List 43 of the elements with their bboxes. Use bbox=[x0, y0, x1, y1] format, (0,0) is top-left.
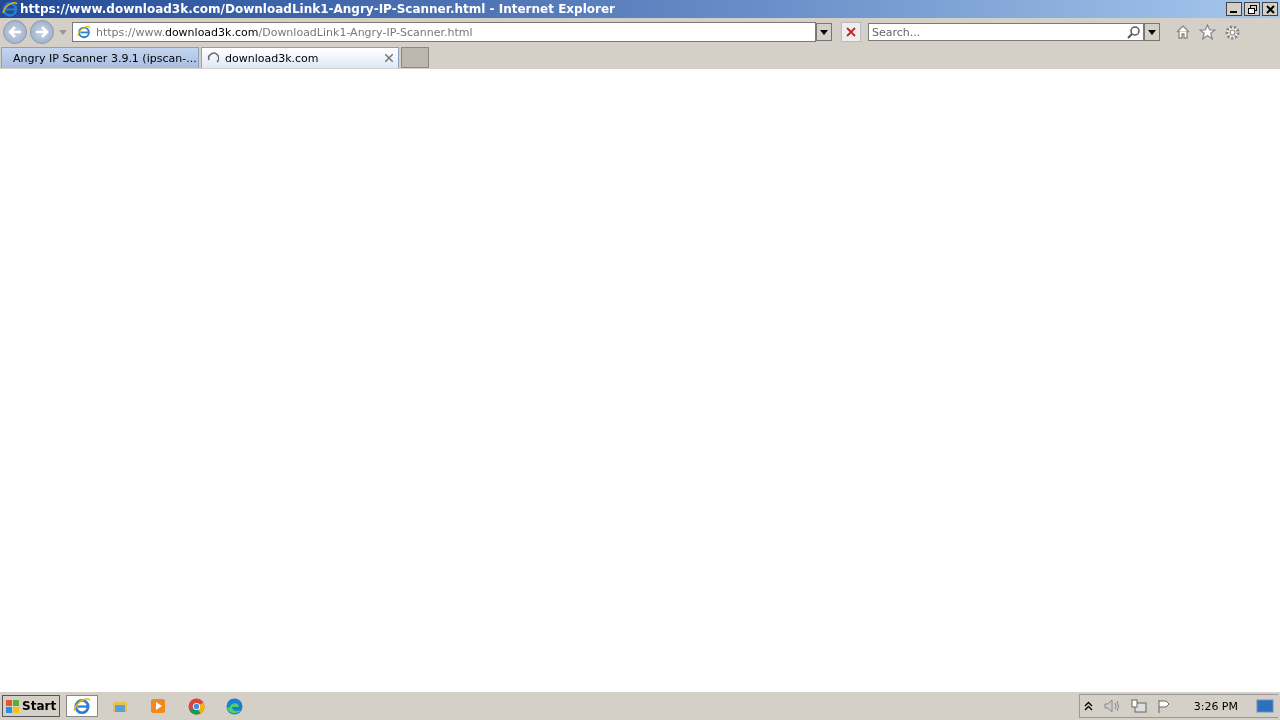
address-field[interactable]: https://www.download3k.com/DownloadLink1-Angry-IP-Scanner.html bbox=[72, 22, 816, 42]
dropdown-icon[interactable] bbox=[59, 29, 67, 35]
window-title: https://www.download3k.com/DownloadLink1-Angry-IP-Scanner.html - Internet Explorer bbox=[20, 2, 616, 16]
start-button[interactable]: Start bbox=[2, 695, 61, 717]
windows-logo-icon bbox=[6, 699, 20, 713]
favorites-star-icon[interactable] bbox=[1199, 24, 1216, 40]
close-tab-icon[interactable] bbox=[385, 54, 393, 62]
forward-button[interactable] bbox=[30, 20, 54, 44]
back-button[interactable] bbox=[3, 20, 27, 44]
forward-arrow-icon bbox=[35, 26, 49, 38]
new-tab-button[interactable] bbox=[401, 47, 429, 68]
caret-icon bbox=[1148, 29, 1156, 35]
speaker-icon[interactable] bbox=[1102, 699, 1121, 713]
flag-icon[interactable] bbox=[1156, 698, 1172, 714]
page-icon bbox=[77, 25, 91, 39]
address-dropdown-button[interactable] bbox=[816, 23, 832, 41]
search-icon[interactable] bbox=[1127, 26, 1140, 39]
settings-icon[interactable] bbox=[1224, 23, 1241, 41]
close-icon bbox=[846, 27, 856, 37]
close-icon bbox=[1265, 4, 1275, 14]
close-button[interactable] bbox=[1262, 2, 1278, 16]
clock[interactable]: 3:26 PM bbox=[1193, 699, 1238, 713]
stop-button[interactable] bbox=[841, 22, 861, 42]
minimize-button[interactable] bbox=[1226, 2, 1242, 16]
search-dropdown-button[interactable] bbox=[1144, 23, 1160, 41]
browser-icon bbox=[73, 697, 92, 715]
restore-icon bbox=[1247, 4, 1257, 14]
caret-icon bbox=[820, 29, 828, 35]
taskbar-app-button[interactable] bbox=[66, 695, 99, 717]
network-icon[interactable] bbox=[1130, 698, 1147, 714]
restore-button[interactable] bbox=[1244, 2, 1260, 16]
back-arrow-icon bbox=[8, 26, 22, 38]
search-field[interactable]: Search... bbox=[868, 23, 1144, 41]
browser-icon bbox=[2, 1, 18, 17]
media-player-icon bbox=[150, 698, 167, 714]
loading-icon bbox=[207, 52, 219, 64]
show-desktop-icon[interactable] bbox=[1256, 699, 1274, 713]
chrome-icon bbox=[187, 697, 205, 715]
edge-icon bbox=[225, 697, 243, 715]
browser-tab[interactable]: download3k.com bbox=[201, 47, 399, 68]
show-hidden-icons-icon[interactable] bbox=[1083, 701, 1093, 711]
home-icon[interactable] bbox=[1175, 24, 1191, 40]
browser-tab[interactable]: Angry IP Scanner 3.9.1 (ipscan-... bbox=[1, 47, 199, 68]
